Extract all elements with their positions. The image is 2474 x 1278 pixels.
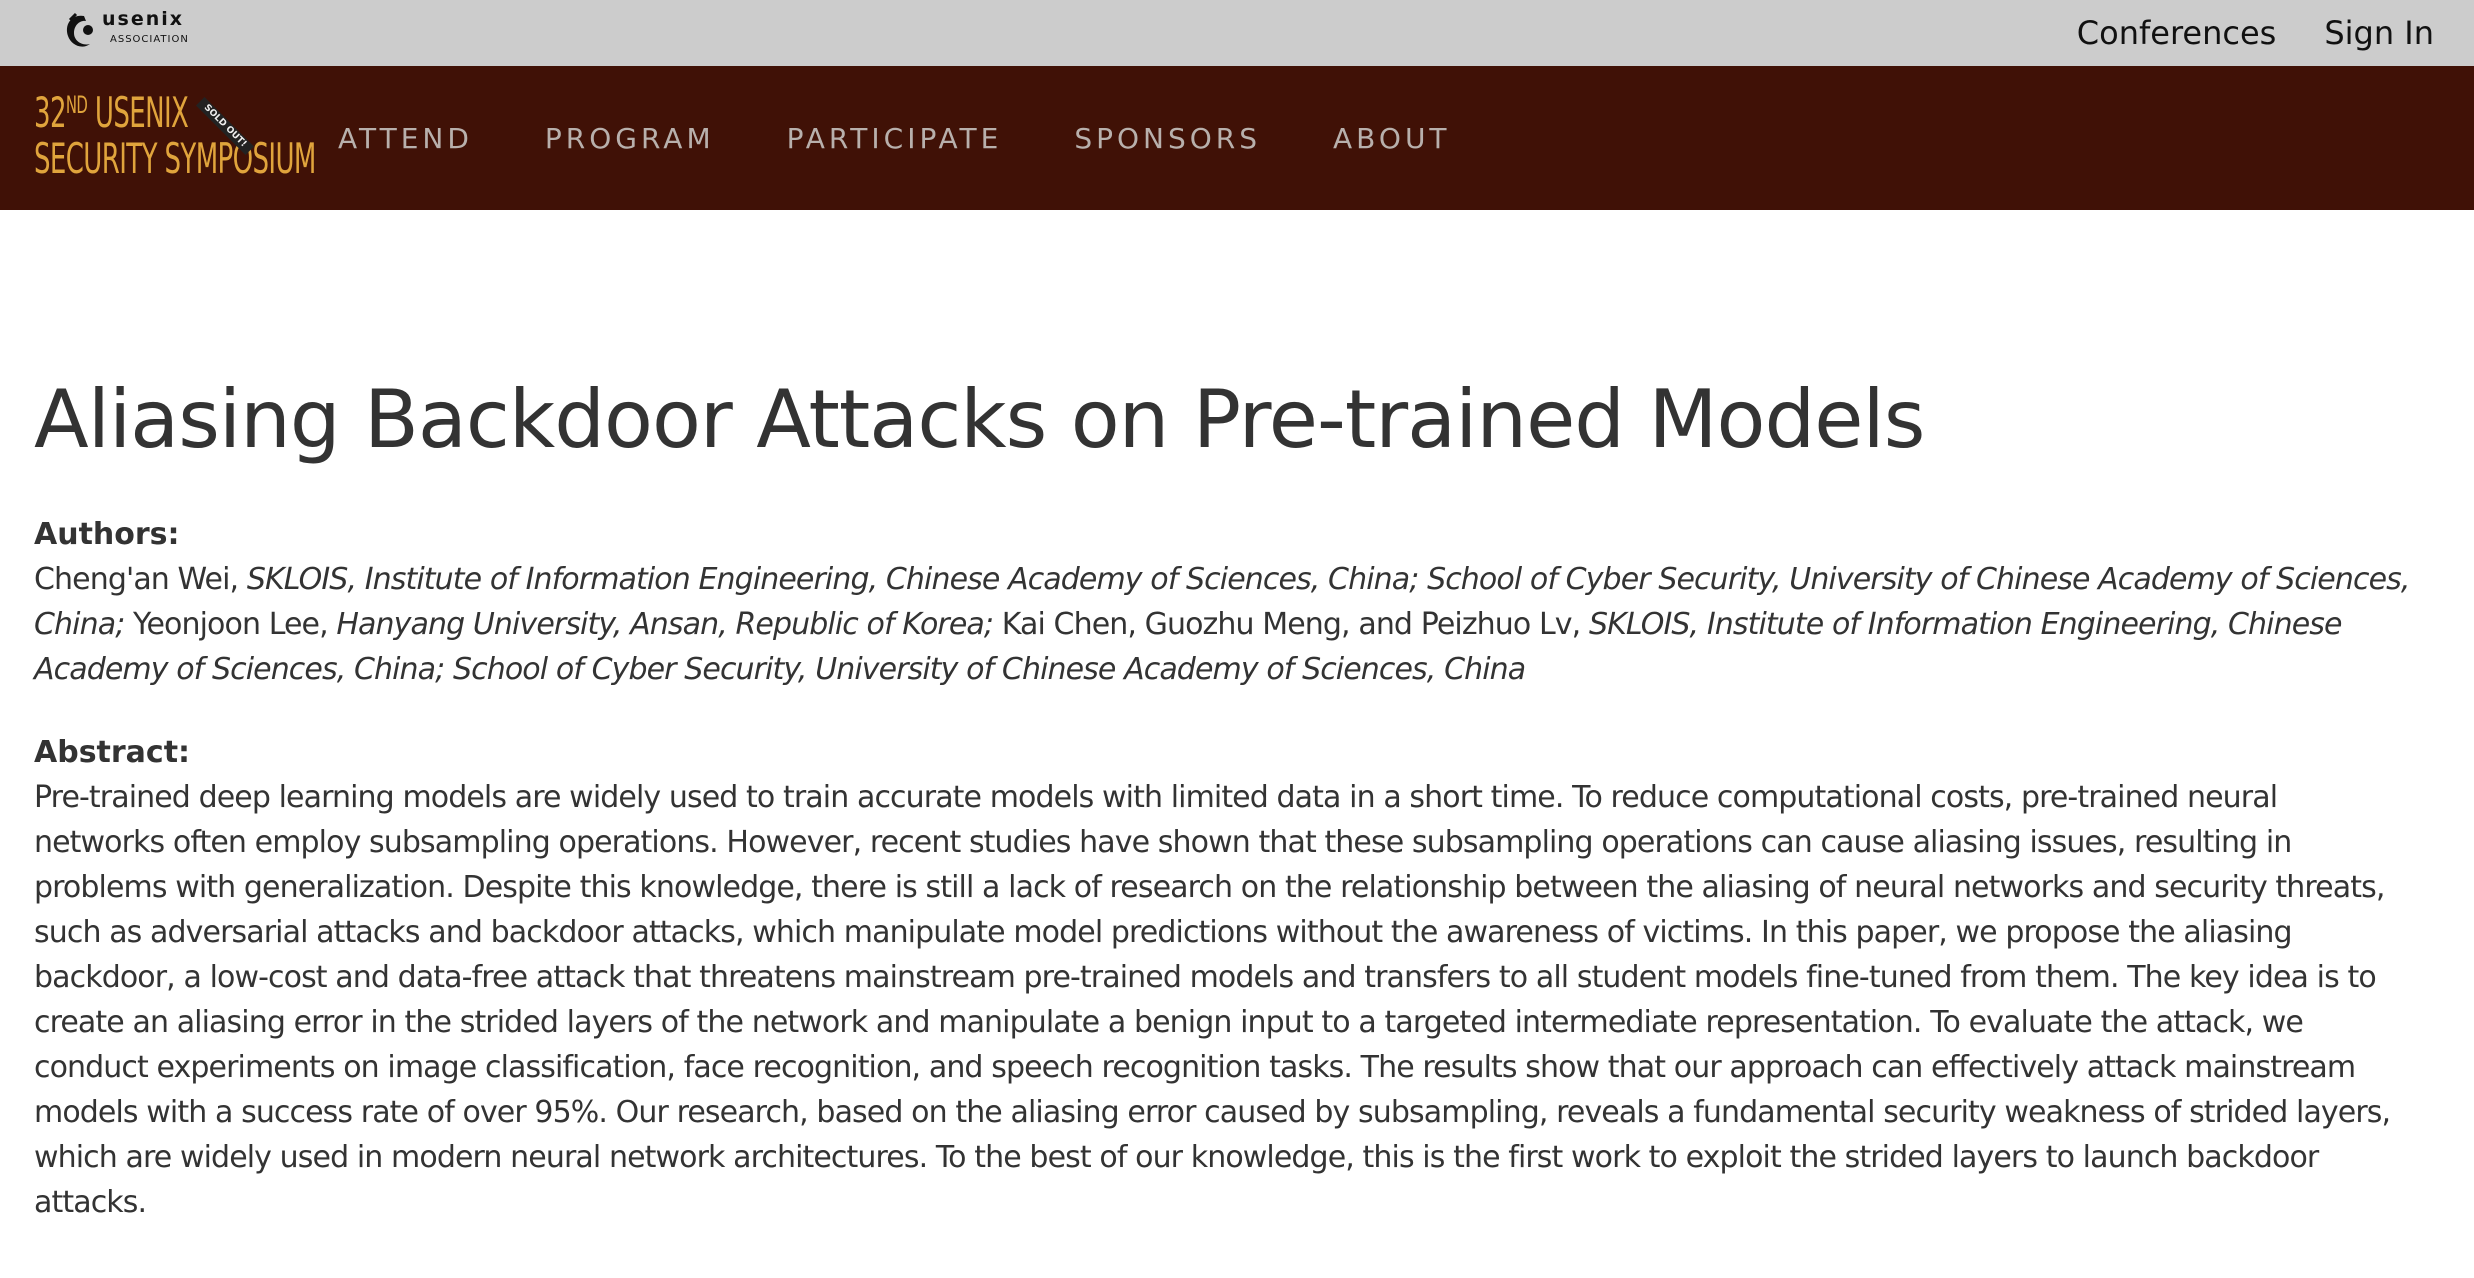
author-affiliation: Hanyang University, Ansan, Republic of K…: [336, 607, 994, 642]
nav-item-about[interactable]: ABOUT: [1333, 122, 1451, 155]
nav-item-program[interactable]: PROGRAM: [545, 122, 715, 155]
nav-item-participate[interactable]: PARTICIPATE: [787, 122, 1003, 155]
author-names: Yeonjoon Lee,: [124, 607, 337, 642]
nav-item-sponsors[interactable]: SPONSORS: [1074, 122, 1261, 155]
conference-logo[interactable]: 32ND USENIX SECURITY SYMPOSIUM SOLD OUT!: [34, 88, 316, 188]
main-nav: ATTEND PROGRAM PARTICIPATE SPONSORS ABOU…: [338, 66, 1523, 210]
top-utility-bar: usenix ASSOCIATION Conferences Sign In: [0, 0, 2474, 66]
paper-content: Aliasing Backdoor Attacks on Pre-trained…: [34, 360, 2414, 1225]
conference-logo-line2: SECURITY SYMPOSIUM: [34, 134, 316, 183]
main-nav-bar: 32ND USENIX SECURITY SYMPOSIUM SOLD OUT!…: [0, 66, 2474, 210]
paper-title: Aliasing Backdoor Attacks on Pre-trained…: [34, 373, 1925, 466]
author-names: Kai Chen, Guozhu Meng, and Peizhuo Lv,: [993, 607, 1589, 642]
usenix-logo-sub: ASSOCIATION: [110, 34, 189, 45]
conferences-link[interactable]: Conferences: [2077, 14, 2277, 52]
conference-logo-line1: 32ND USENIX: [34, 88, 189, 137]
authors-label: Authors:: [34, 517, 180, 552]
usenix-logo[interactable]: usenix ASSOCIATION: [62, 8, 202, 56]
usenix-logo-word: usenix: [102, 8, 185, 30]
authors-list: Cheng'an Wei, SKLOIS, Institute of Infor…: [34, 557, 2414, 692]
sign-in-link[interactable]: Sign In: [2324, 14, 2434, 52]
abstract-text: Pre-trained deep learning models are wid…: [34, 780, 2391, 1220]
usenix-swirl-icon: [66, 12, 93, 47]
abstract-label: Abstract:: [34, 735, 191, 770]
top-links: Conferences Sign In: [2029, 0, 2434, 66]
nav-item-attend[interactable]: ATTEND: [338, 122, 473, 155]
author-names: Cheng'an Wei,: [34, 562, 247, 597]
